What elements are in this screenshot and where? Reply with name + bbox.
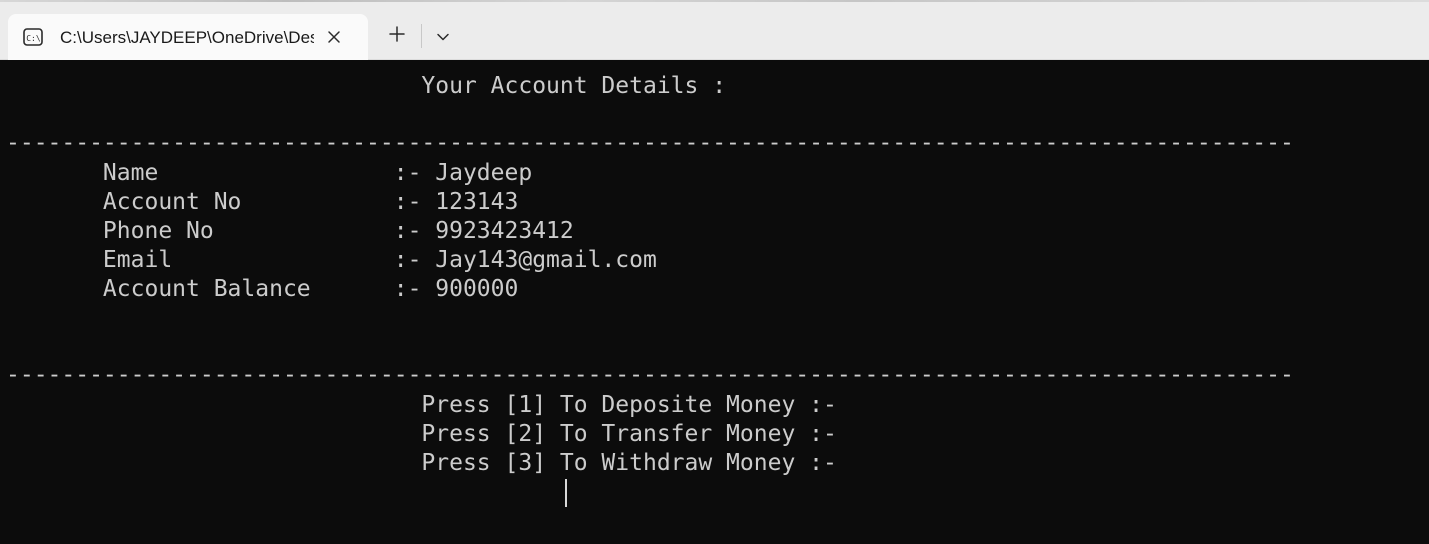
terminal-window: C:\ C:\Users\JAYDEEP\OneDrive\Desktop\ba… [0, 0, 1429, 544]
divider-line: ----------------------------------------… [6, 361, 1307, 390]
new-tab-button[interactable] [381, 21, 413, 51]
profiles-dropdown-button[interactable] [428, 21, 458, 51]
chevron-down-icon [436, 27, 450, 46]
menu-option-deposit: Press [1] To Deposite Money :- [6, 392, 837, 418]
plus-icon [388, 25, 406, 47]
toolbar-separator [421, 24, 422, 48]
divider-line: ----------------------------------------… [6, 129, 1307, 158]
title-bar: C:\ C:\Users\JAYDEEP\OneDrive\Desktop\ba… [0, 0, 1429, 60]
detail-row-account-balance: Account Balance :- 900000 [6, 276, 519, 302]
divider-text: ----------------------------------------… [6, 130, 1294, 156]
terminal-output[interactable]: Your Account Details : -----------------… [0, 60, 1429, 544]
tab-title: C:\Users\JAYDEEP\OneDrive\Desktop\bank.e… [60, 28, 314, 47]
top-strip [0, 0, 1429, 2]
divider-text: ----------------------------------------… [6, 362, 1294, 388]
terminal-icon: C:\ [23, 28, 43, 46]
detail-row-name: Name :- Jaydeep [6, 160, 533, 186]
menu-option-transfer: Press [2] To Transfer Money :- [6, 421, 837, 447]
text-cursor [565, 479, 567, 507]
detail-row-account-no: Account No :- 123143 [6, 189, 519, 215]
menu-option-withdraw: Press [3] To Withdraw Money :- [6, 450, 837, 476]
tab-active[interactable]: C:\ C:\Users\JAYDEEP\OneDrive\Desktop\ba… [8, 14, 368, 60]
detail-row-email: Email :- Jay143@gmail.com [6, 247, 657, 273]
svg-text:C:\: C:\ [26, 34, 41, 43]
account-details-heading: Your Account Details : [6, 73, 727, 99]
detail-row-phone-no: Phone No :- 9923423412 [6, 218, 574, 244]
close-icon[interactable] [322, 25, 346, 49]
